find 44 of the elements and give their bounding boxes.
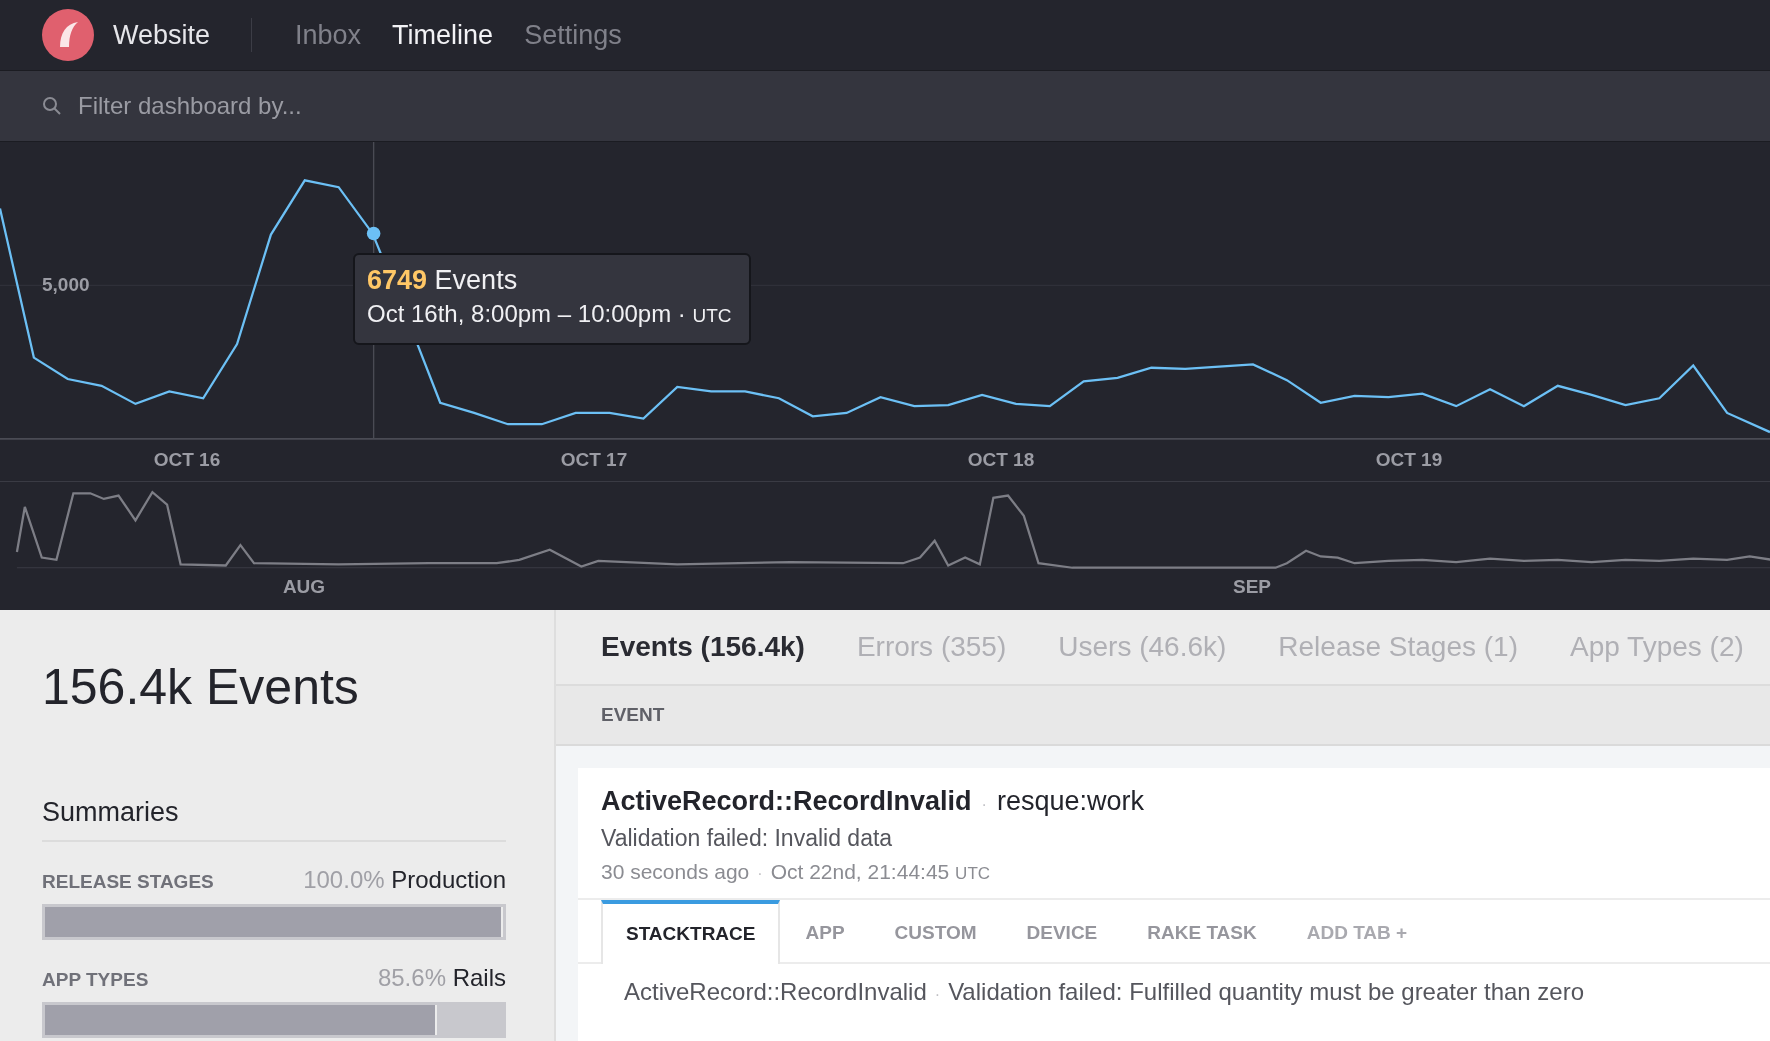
error-message: Validation failed: Invalid data [600,825,894,852]
project-name[interactable]: Website [113,19,211,51]
tab[interactable]: Release Stages (1) [1278,631,1518,663]
x-axis-label: OCT 18 [967,449,1035,471]
y-axis-label: 5,000 [42,274,90,296]
add-tab-button[interactable]: ADD TAB + [1281,900,1433,962]
tab[interactable]: Users (46.6k) [1058,631,1227,663]
error-class[interactable]: ActiveRecord::RecordInvalid [601,786,972,817]
detail-tab[interactable]: APP [780,900,870,962]
nav-link[interactable]: Settings [524,19,622,51]
events-total: 156.4k Events [42,660,360,715]
column-header: EVENT [601,704,665,726]
summary-value: 100.0% Production [303,866,506,894]
stacktrace-class: ActiveRecord::RecordInvalid [624,978,927,1006]
x-axis-label: SEP [1233,576,1271,598]
tooltip-range: Oct 16th, 8:00pm – 10:00pm · UTC [367,300,733,328]
stacktrace-message: Validation failed: Fulfilled quantity must be greater than zero [948,978,1585,1006]
detail-tab[interactable]: RAKE TASK [1122,900,1282,962]
tab[interactable]: App Types (2) [1570,631,1744,663]
event-age: 30 seconds ago [601,860,750,884]
detail-tab[interactable]: STACKTRACE [601,900,781,964]
summaries-heading: Summaries [42,797,506,842]
x-axis-label: AUG [282,576,326,598]
error-context: resque:work [996,786,1144,817]
tab[interactable]: Errors (355) [856,631,1007,663]
event-timestamp: Oct 22nd, 21:44:45 UTC [770,860,991,884]
filter-field[interactable]: Filter dashboard by... [76,91,676,121]
tooltip-count: 6749 Events [367,265,519,296]
logo-icon[interactable] [42,9,94,61]
x-axis-label: OCT 16 [153,449,221,471]
separator-dot: · [981,796,987,814]
nav-link[interactable]: Inbox [295,19,362,51]
summary-label: APP TYPES [42,969,149,991]
separator-dot: · [757,865,763,883]
separator-dot: · [934,986,941,1004]
search-icon [42,96,62,116]
nav-link[interactable]: Timeline [392,19,494,51]
detail-tab[interactable]: DEVICE [1001,900,1123,962]
summary-label: RELEASE STAGES [42,871,214,893]
x-axis-label: OCT 17 [560,449,628,471]
detail-tab[interactable]: CUSTOM [869,900,1002,962]
x-axis-label: OCT 19 [1375,449,1443,471]
tab[interactable]: Events (156.4k) [601,631,805,663]
summary-value: 85.6% Rails [377,964,506,992]
